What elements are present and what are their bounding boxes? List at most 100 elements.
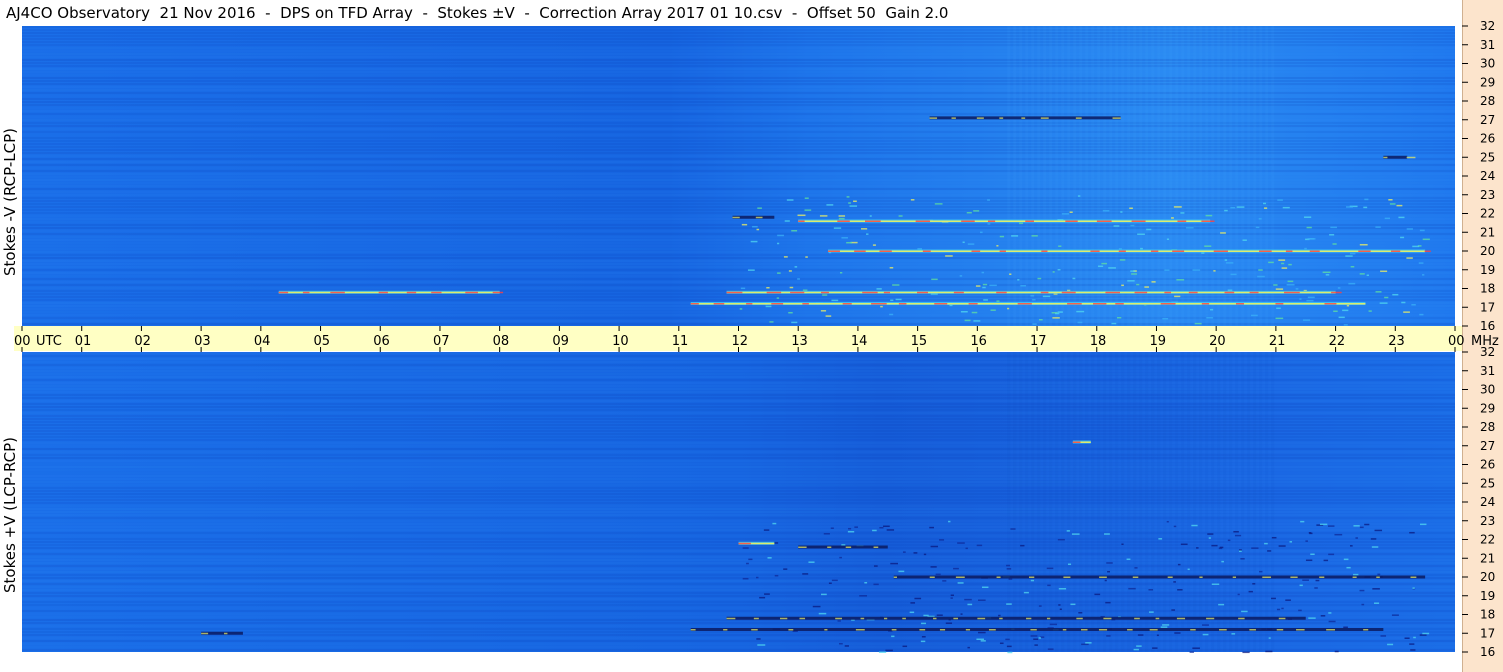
signal-peak bbox=[1061, 291, 1076, 294]
dark-signal-line bbox=[893, 575, 1426, 579]
noise-band bbox=[22, 400, 1455, 402]
signal-speckle bbox=[759, 596, 766, 599]
signal-peak bbox=[854, 250, 866, 252]
signal-peak bbox=[934, 303, 948, 305]
noise-band bbox=[22, 107, 1455, 109]
noise-band bbox=[22, 568, 1455, 570]
signal-peak bbox=[330, 291, 345, 294]
signal-speckle bbox=[1377, 573, 1381, 576]
noise-band bbox=[22, 445, 1455, 447]
signal-speckle bbox=[823, 533, 830, 535]
signal-speckle bbox=[1006, 564, 1011, 567]
noise-band bbox=[22, 242, 1455, 244]
signal-peak bbox=[1249, 291, 1259, 294]
signal-speckle bbox=[1302, 579, 1309, 581]
noise-column bbox=[1235, 26, 1239, 326]
signal-speckle bbox=[1299, 584, 1303, 587]
noise-column bbox=[1211, 26, 1215, 326]
noise-column bbox=[1043, 352, 1047, 652]
time-tick-label: 12 bbox=[732, 334, 749, 349]
signal-speckle bbox=[1328, 620, 1336, 623]
signal-speckle bbox=[828, 582, 832, 584]
signal-speckle bbox=[1353, 573, 1359, 576]
signal-speckle bbox=[1058, 588, 1067, 590]
noise-column bbox=[1007, 352, 1011, 652]
signal-speckle bbox=[1057, 538, 1065, 541]
signal-speckle bbox=[1275, 317, 1284, 320]
signal-speck bbox=[976, 117, 984, 119]
noise-band bbox=[22, 571, 1455, 573]
signal-peak bbox=[431, 291, 442, 294]
signal-speckle bbox=[1271, 536, 1277, 539]
signal-speckle bbox=[1350, 265, 1355, 268]
signal-speckle bbox=[750, 240, 758, 243]
signal-speckle bbox=[1265, 650, 1273, 653]
signal-peak bbox=[968, 303, 978, 305]
signal-speckle bbox=[1412, 587, 1415, 589]
signal-speckle bbox=[982, 286, 986, 289]
noise-band bbox=[22, 119, 1455, 121]
signal-speckle bbox=[885, 649, 893, 652]
signal-speckle bbox=[766, 286, 770, 289]
signal-speckle bbox=[1314, 587, 1318, 589]
noise-band bbox=[22, 122, 1455, 124]
noise-band bbox=[22, 598, 1455, 600]
signal-speckle bbox=[1281, 267, 1288, 269]
signal-speckle bbox=[839, 556, 842, 559]
signal-speckle bbox=[1211, 583, 1220, 585]
signal-speckle bbox=[1288, 263, 1292, 266]
signal-speck bbox=[1081, 629, 1088, 631]
noise-column bbox=[1103, 26, 1107, 326]
signal-peak bbox=[922, 250, 931, 252]
signal-peak bbox=[1213, 250, 1228, 252]
noise-band bbox=[22, 586, 1455, 588]
signal-speck bbox=[939, 629, 946, 631]
noise-column bbox=[1055, 352, 1059, 652]
noise-column bbox=[1031, 352, 1035, 652]
noise-column bbox=[1235, 352, 1239, 652]
freq-tick-label: 29 bbox=[1480, 401, 1495, 415]
signal-speckle bbox=[765, 305, 772, 308]
signal-speckle bbox=[1151, 281, 1156, 283]
signal-speckle bbox=[1008, 578, 1013, 580]
signal-speckle bbox=[805, 256, 808, 258]
signal-speckle bbox=[844, 645, 849, 647]
noise-band bbox=[22, 373, 1455, 375]
noise-column bbox=[1013, 352, 1017, 652]
dark-signal-line bbox=[726, 616, 1306, 620]
signal-speckle bbox=[959, 275, 963, 277]
signal-speckle bbox=[1166, 238, 1170, 240]
signal-speckle bbox=[1419, 634, 1427, 636]
noise-band bbox=[22, 128, 1455, 130]
signal-speckle bbox=[1355, 537, 1358, 539]
signal-speckle bbox=[1375, 291, 1382, 293]
signal-speckle bbox=[1251, 314, 1258, 317]
noise-band bbox=[22, 197, 1455, 199]
time-tick-label: 14 bbox=[851, 334, 868, 349]
signal-speck bbox=[951, 117, 956, 119]
signal-speck bbox=[1326, 629, 1335, 631]
signal-speckle bbox=[1406, 257, 1413, 259]
signal-speckle bbox=[1134, 567, 1138, 569]
signal-speckle bbox=[1105, 601, 1111, 604]
signal-speck bbox=[201, 632, 209, 635]
signal-speckle bbox=[776, 297, 780, 299]
signal-speck bbox=[1046, 617, 1051, 620]
noise-column bbox=[1175, 26, 1179, 326]
signal-speckle bbox=[1268, 637, 1271, 639]
signal-speckle bbox=[964, 598, 972, 601]
noise-column bbox=[1097, 352, 1101, 652]
signal-speck bbox=[1155, 617, 1160, 620]
signal-speckle bbox=[1403, 311, 1410, 313]
signal-speck bbox=[690, 629, 696, 631]
signal-speckle bbox=[923, 553, 927, 556]
signal-speckle bbox=[1180, 212, 1185, 214]
signal-speckle bbox=[838, 215, 846, 217]
signal-peak bbox=[465, 291, 478, 294]
signal-speckle bbox=[1208, 537, 1211, 539]
signal-speckle bbox=[1353, 525, 1360, 527]
signal-speckle bbox=[1422, 274, 1425, 276]
signal-speckle bbox=[861, 228, 868, 230]
signal-speckle bbox=[1046, 567, 1054, 570]
signal-speckle bbox=[1333, 310, 1338, 313]
